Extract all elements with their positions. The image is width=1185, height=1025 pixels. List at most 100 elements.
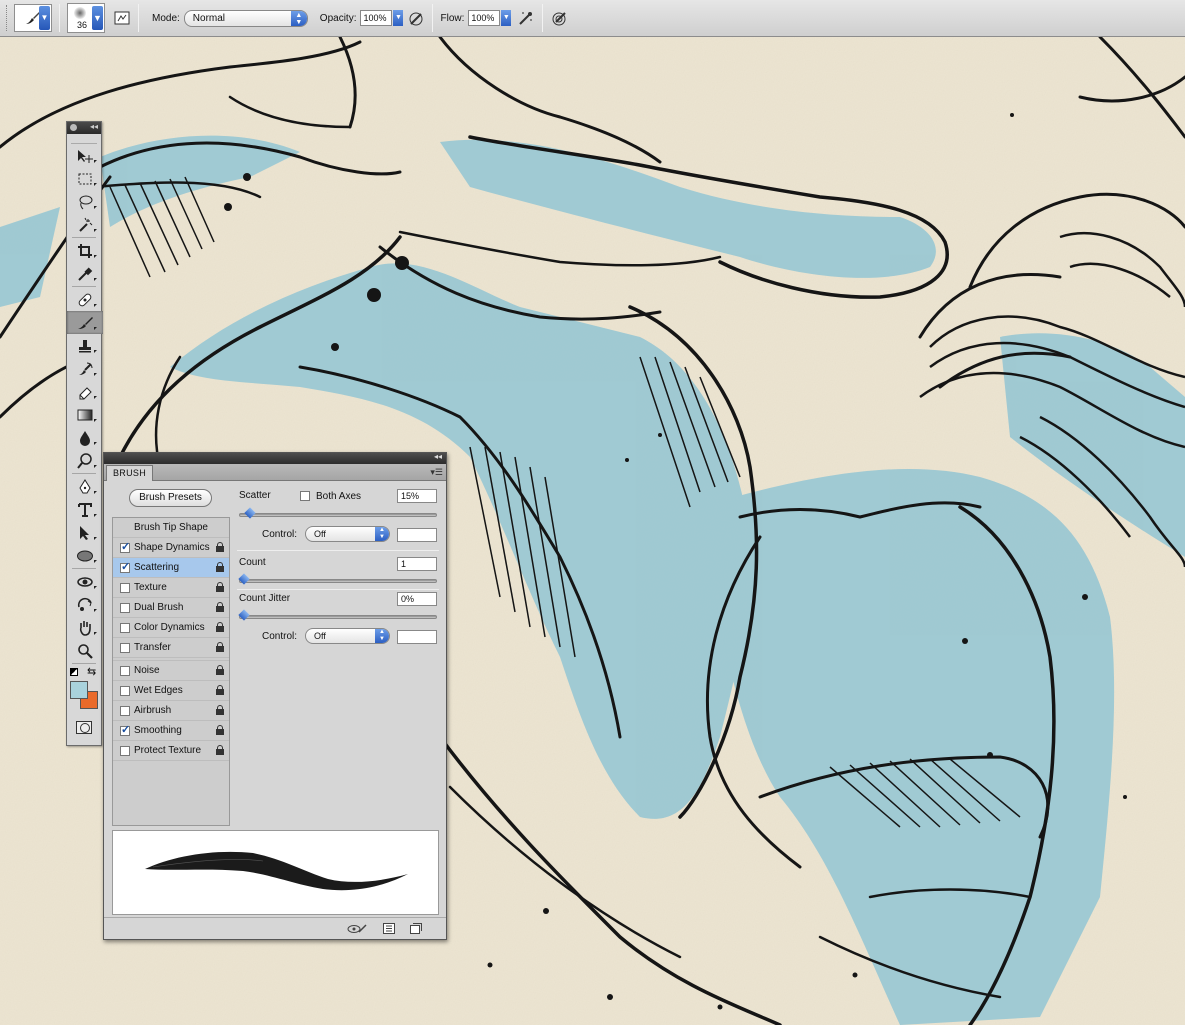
lock-icon[interactable] xyxy=(216,745,224,755)
option-noise[interactable]: Noise xyxy=(113,661,229,681)
eye-brush-icon[interactable] xyxy=(347,923,367,934)
brush-tool[interactable] xyxy=(67,311,103,334)
scatter-control-select[interactable]: Off ▲ ▼ xyxy=(305,526,390,542)
airbrush-button[interactable] xyxy=(517,9,535,27)
eyedropper-tool[interactable] xyxy=(67,262,103,285)
collapse-icon[interactable]: ◂◂ xyxy=(434,452,442,461)
panel-menu-icon[interactable]: ▾☰ xyxy=(430,467,443,478)
lock-icon[interactable] xyxy=(216,562,224,572)
gradient-tool[interactable] xyxy=(67,403,103,426)
lock-icon[interactable] xyxy=(216,622,224,632)
close-icon[interactable] xyxy=(70,124,77,131)
option-color-dynamics[interactable]: Color Dynamics xyxy=(113,618,229,638)
brush-panel-toggle-button[interactable] xyxy=(113,9,131,27)
option-shape-dynamics[interactable]: Shape Dynamics xyxy=(113,538,229,558)
clone-stamp-tool[interactable] xyxy=(67,334,103,357)
option-checkbox[interactable] xyxy=(120,745,130,756)
option-checkbox[interactable] xyxy=(120,560,130,573)
new-preset-icon[interactable] xyxy=(410,923,422,934)
option-texture[interactable]: Texture xyxy=(113,578,229,598)
option-scattering[interactable]: Scattering xyxy=(113,558,229,578)
history-brush-tool[interactable] xyxy=(67,357,103,380)
3d-rotate-tool[interactable] xyxy=(67,570,103,593)
option-checkbox[interactable] xyxy=(120,602,130,613)
flow-input[interactable]: 100% xyxy=(468,10,501,26)
count-slider[interactable] xyxy=(238,573,437,585)
tools-panel-grip[interactable] xyxy=(71,134,97,144)
option-transfer[interactable]: Transfer xyxy=(113,638,229,658)
lock-icon[interactable] xyxy=(216,705,224,715)
options-bar-grip[interactable] xyxy=(6,5,10,31)
healing-brush-tool[interactable] xyxy=(67,288,103,311)
chevron-down-icon[interactable]: ▼ xyxy=(39,6,50,30)
pressure-size-button[interactable] xyxy=(550,9,568,27)
eraser-tool[interactable] xyxy=(67,380,103,403)
opacity-slider-button[interactable]: ▼ xyxy=(393,10,404,26)
count-jitter-slider-thumb[interactable] xyxy=(238,609,250,621)
3d-orbit-tool[interactable] xyxy=(67,593,103,616)
option-wet-edges[interactable]: Wet Edges xyxy=(113,681,229,701)
option-dual-brush[interactable]: Dual Brush xyxy=(113,598,229,618)
scatter-control-fade-input[interactable] xyxy=(397,528,437,542)
default-colors-icon[interactable] xyxy=(70,668,78,676)
shape-tool[interactable] xyxy=(67,544,103,567)
scatter-slider[interactable] xyxy=(239,507,437,519)
option-airbrush[interactable]: Airbrush xyxy=(113,701,229,721)
count-jitter-slider[interactable] xyxy=(238,609,437,621)
option-checkbox[interactable] xyxy=(120,723,130,736)
lock-icon[interactable] xyxy=(216,542,224,552)
lock-icon[interactable] xyxy=(216,665,224,675)
pen-tool[interactable] xyxy=(67,475,103,498)
type-tool[interactable] xyxy=(67,498,103,521)
tab-brush[interactable]: BRUSH xyxy=(106,465,154,481)
lasso-tool[interactable] xyxy=(67,190,103,213)
option-smoothing[interactable]: Smoothing xyxy=(113,721,229,741)
count-jitter-control-select[interactable]: Off ▲ ▼ xyxy=(305,628,390,644)
brush-tip-shape-item[interactable]: Brush Tip Shape xyxy=(113,518,229,538)
count-jitter-input[interactable]: 0% xyxy=(397,592,437,606)
collapse-icon[interactable]: ◂◂ xyxy=(90,122,98,131)
blur-tool[interactable] xyxy=(67,426,103,449)
option-checkbox[interactable] xyxy=(120,665,130,676)
option-checkbox[interactable] xyxy=(120,642,130,653)
scatter-slider-thumb[interactable] xyxy=(243,507,256,519)
option-checkbox[interactable] xyxy=(120,685,130,696)
count-jitter-fade-input[interactable] xyxy=(397,630,437,644)
path-select-tool[interactable] xyxy=(67,521,103,544)
magic-wand-tool[interactable] xyxy=(67,213,103,236)
hand-tool[interactable] xyxy=(67,616,103,639)
dodge-tool[interactable] xyxy=(67,449,103,472)
tool-preset-picker[interactable]: ▼ xyxy=(14,4,52,32)
lock-icon[interactable] xyxy=(216,582,224,592)
tools-panel-header[interactable]: ◂◂ xyxy=(67,122,101,134)
flow-slider-button[interactable]: ▼ xyxy=(501,10,512,26)
foreground-color-swatch[interactable] xyxy=(70,681,88,699)
move-tool[interactable] xyxy=(67,144,103,167)
lock-icon[interactable] xyxy=(216,725,224,735)
lock-icon[interactable] xyxy=(216,602,224,612)
mode-select[interactable]: Normal ▲ ▼ xyxy=(183,9,308,27)
option-checkbox[interactable] xyxy=(120,622,130,633)
swap-colors-icon[interactable]: ⇆ xyxy=(87,665,96,678)
zoom-tool[interactable] xyxy=(67,639,103,662)
count-input[interactable]: 1 xyxy=(397,557,437,571)
crop-tool[interactable] xyxy=(67,239,103,262)
opacity-input[interactable]: 100% xyxy=(360,10,393,26)
lock-icon[interactable] xyxy=(216,685,224,695)
scatter-input[interactable]: 15% xyxy=(397,489,437,503)
grid-icon[interactable] xyxy=(383,923,395,934)
brush-preset-picker[interactable]: 36 ▼ xyxy=(67,3,105,33)
pressure-opacity-button[interactable] xyxy=(407,9,425,27)
quick-mask-icon[interactable] xyxy=(76,721,92,734)
lock-icon[interactable] xyxy=(216,642,224,652)
marquee-tool[interactable] xyxy=(67,167,103,190)
brush-panel-titlebar[interactable]: ◂◂ xyxy=(104,452,446,464)
option-checkbox[interactable] xyxy=(120,540,130,553)
option-checkbox[interactable] xyxy=(120,705,130,716)
brush-presets-button[interactable]: Brush Presets xyxy=(129,489,212,507)
option-checkbox[interactable] xyxy=(120,582,130,593)
count-slider-thumb[interactable] xyxy=(238,573,250,585)
option-protect-texture[interactable]: Protect Texture xyxy=(113,741,229,761)
both-axes-checkbox[interactable] xyxy=(300,491,310,501)
chevron-down-icon[interactable]: ▼ xyxy=(92,6,103,30)
